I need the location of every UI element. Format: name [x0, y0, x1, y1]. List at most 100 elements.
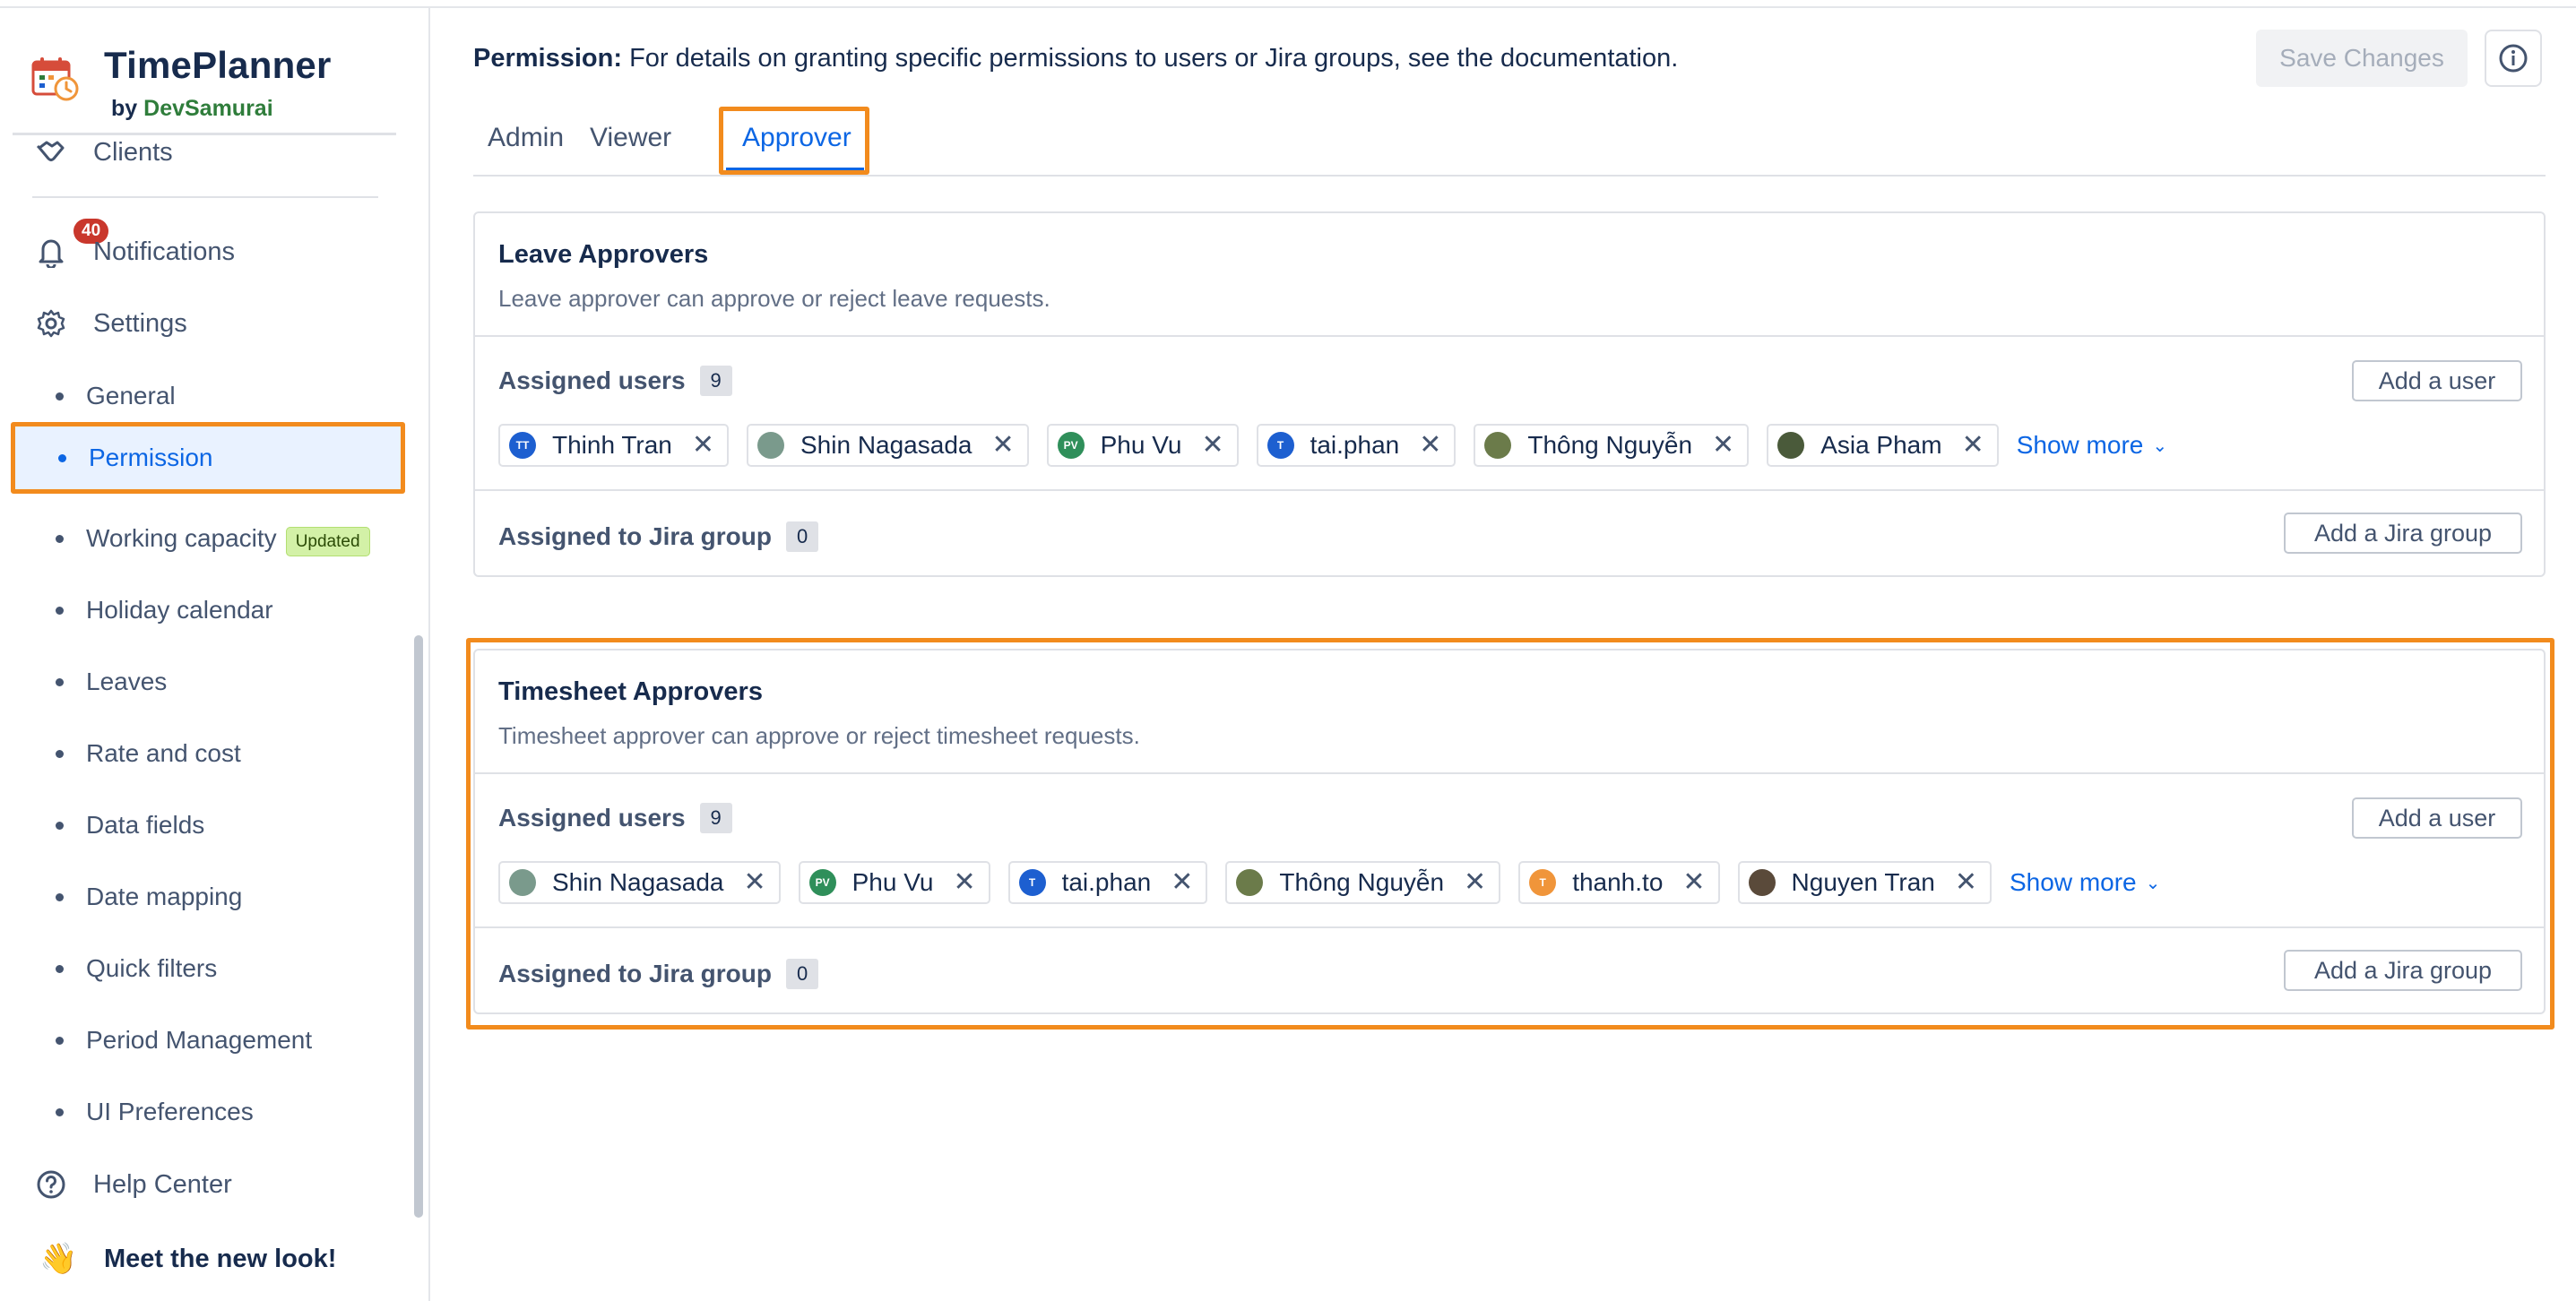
sidebar-subitem-label: Data fields [86, 811, 205, 839]
jira-group-count: 0 [785, 959, 819, 989]
permission-label: Permission: [473, 44, 622, 73]
add-jira-group-button[interactable]: Add a Jira group [2284, 950, 2522, 991]
bullet [56, 606, 64, 615]
user-chip: Thông Nguyễn ✕ [1474, 424, 1750, 467]
sidebar-subitem-permission[interactable]: Permission [11, 422, 405, 494]
sidebar-subitem-general[interactable]: General [0, 366, 412, 426]
card-description: Timesheet approver can approve or reject… [498, 722, 1140, 749]
show-more-link[interactable]: Show more ⌄ [2017, 431, 2167, 460]
bullet [56, 1107, 64, 1116]
tab-highlight-box [719, 107, 869, 175]
user-name: Nguyen Tran [1791, 868, 1935, 896]
sidebar-subitem-quick-filters[interactable]: Quick filters [0, 939, 412, 998]
permission-tabs: Admin Viewer Approver [473, 107, 2546, 177]
handshake-icon [34, 135, 68, 169]
user-chip: T tai.phan ✕ [1256, 424, 1457, 467]
calendar-clock-logo-icon [31, 57, 79, 101]
remove-user-close-icon[interactable]: ✕ [1419, 432, 1441, 459]
sidebar-subitem-label: Rate and cost [86, 739, 241, 767]
avatar [1236, 869, 1264, 896]
assigned-users-label: Assigned users 9 [498, 803, 732, 833]
bell-icon: 40 [34, 219, 109, 269]
remove-user-close-icon[interactable]: ✕ [991, 432, 1014, 459]
add-jira-group-button[interactable]: Add a Jira group [2284, 513, 2522, 554]
remove-user-close-icon[interactable]: ✕ [1962, 432, 1984, 459]
sidebar-item-clients[interactable]: Clients [0, 121, 412, 184]
bullet [56, 677, 64, 686]
add-user-button[interactable]: Add a user [2352, 797, 2522, 839]
jira-group-count: 0 [785, 521, 819, 552]
sidebar-item-label: Notifications [93, 237, 235, 266]
sidebar: TimePlanner by DevSamurai Clients 40 Not… [0, 8, 430, 1301]
sidebar-subitem-ui-preferences[interactable]: UI Preferences [0, 1082, 412, 1142]
waving-hand-icon: 👋 [39, 1242, 78, 1276]
question-circle-icon [34, 1167, 68, 1202]
sidebar-subitem-label: Holiday calendar [86, 596, 273, 624]
assigned-users-section: Assigned users 9 Add a user TT Thinh Tra… [475, 337, 2544, 491]
tab-admin[interactable]: Admin [488, 123, 564, 153]
remove-user-close-icon[interactable]: ✕ [1955, 869, 1977, 896]
sidebar-subitem-leaves[interactable]: Leaves [0, 652, 412, 711]
sidebar-item-notifications[interactable]: 40 Notifications [0, 219, 412, 283]
remove-user-close-icon[interactable]: ✕ [692, 432, 714, 459]
bullet [56, 964, 64, 973]
remove-user-close-icon[interactable]: ✕ [743, 869, 765, 896]
sidebar-item-label: Help Center [93, 1169, 232, 1199]
add-user-button[interactable]: Add a user [2352, 360, 2522, 401]
sidebar-subitem-date-mapping[interactable]: Date mapping [0, 867, 412, 926]
permission-text: For details on granting specific permiss… [629, 44, 1679, 73]
sidebar-subitem-label: Permission [89, 444, 213, 471]
gear-icon [34, 306, 68, 340]
sidebar-subitem-rate-and-cost[interactable]: Rate and cost [0, 724, 412, 783]
bullet [56, 892, 64, 901]
sidebar-scrollbar[interactable] [414, 635, 423, 1218]
sidebar-subitem-label: Date mapping [86, 883, 243, 910]
tab-viewer[interactable]: Viewer [590, 123, 671, 153]
show-more-label: Show more [2010, 868, 2137, 896]
jira-group-section: Assigned to Jira group 0 Add a Jira grou… [475, 928, 2544, 1012]
user-chip: TT Thinh Tran ✕ [498, 424, 729, 467]
remove-user-close-icon[interactable]: ✕ [1682, 869, 1705, 896]
remove-user-close-icon[interactable]: ✕ [1712, 432, 1734, 459]
avatar [1777, 432, 1805, 459]
user-name: Thông Nguyễn [1527, 431, 1693, 459]
remove-user-close-icon[interactable]: ✕ [1464, 869, 1486, 896]
user-name: Thông Nguyễn [1279, 868, 1445, 896]
bullet [58, 453, 66, 462]
show-more-link[interactable]: Show more ⌄ [2010, 868, 2160, 897]
assigned-users-section: Assigned users 9 Add a user Shin Nagasad… [475, 774, 2544, 928]
jira-group-label: Assigned to Jira group 0 [498, 521, 819, 552]
bullet [56, 821, 64, 830]
sidebar-subitem-period-management[interactable]: Period Management [0, 1011, 412, 1070]
by-label: by [111, 96, 138, 121]
remove-user-close-icon[interactable]: ✕ [953, 869, 975, 896]
remove-user-close-icon[interactable]: ✕ [1171, 869, 1193, 896]
sidebar-item-settings[interactable]: Settings [0, 292, 412, 355]
user-chip: Asia Pham ✕ [1767, 424, 1999, 467]
bullet [56, 392, 64, 401]
user-chips: TT Thinh Tran ✕ Shin Nagasada ✕ PV Phu V… [498, 423, 2167, 468]
remove-user-close-icon[interactable]: ✕ [1201, 432, 1223, 459]
assigned-users-label: Assigned users 9 [498, 366, 732, 396]
save-changes-button[interactable]: Save Changes [2256, 30, 2468, 87]
assigned-users-text: Assigned users [498, 366, 686, 394]
user-chip: PV Phu Vu ✕ [1046, 424, 1239, 467]
info-button[interactable] [2485, 30, 2542, 87]
sidebar-subitem-label: Period Management [86, 1026, 313, 1054]
sidebar-subitem-working-capacity[interactable]: Working capacity Updated [0, 509, 412, 568]
sidebar-subitem-data-fields[interactable]: Data fields [0, 796, 412, 855]
sidebar-subitem-label: Working capacity Updated [86, 524, 370, 556]
card-title: Timesheet Approvers [498, 677, 763, 706]
avatar [509, 869, 536, 896]
sidebar-subitem-holiday-calendar[interactable]: Holiday calendar [0, 581, 412, 640]
permission-description: Permission: For details on granting spec… [473, 44, 1678, 73]
app-brand[interactable]: TimePlanner by DevSamurai [27, 35, 394, 134]
user-name: Phu Vu [1100, 431, 1182, 459]
user-chip: T tai.phan ✕ [1007, 861, 1208, 904]
user-chip: PV Phu Vu ✕ [798, 861, 990, 904]
sidebar-divider [32, 196, 378, 198]
main-content: Permission: For details on granting spec… [432, 8, 2576, 1301]
sidebar-item-help-center[interactable]: Help Center [0, 1153, 412, 1216]
avatar [757, 432, 784, 459]
meet-new-look-link[interactable]: 👋 Meet the new look! [0, 1228, 412, 1290]
